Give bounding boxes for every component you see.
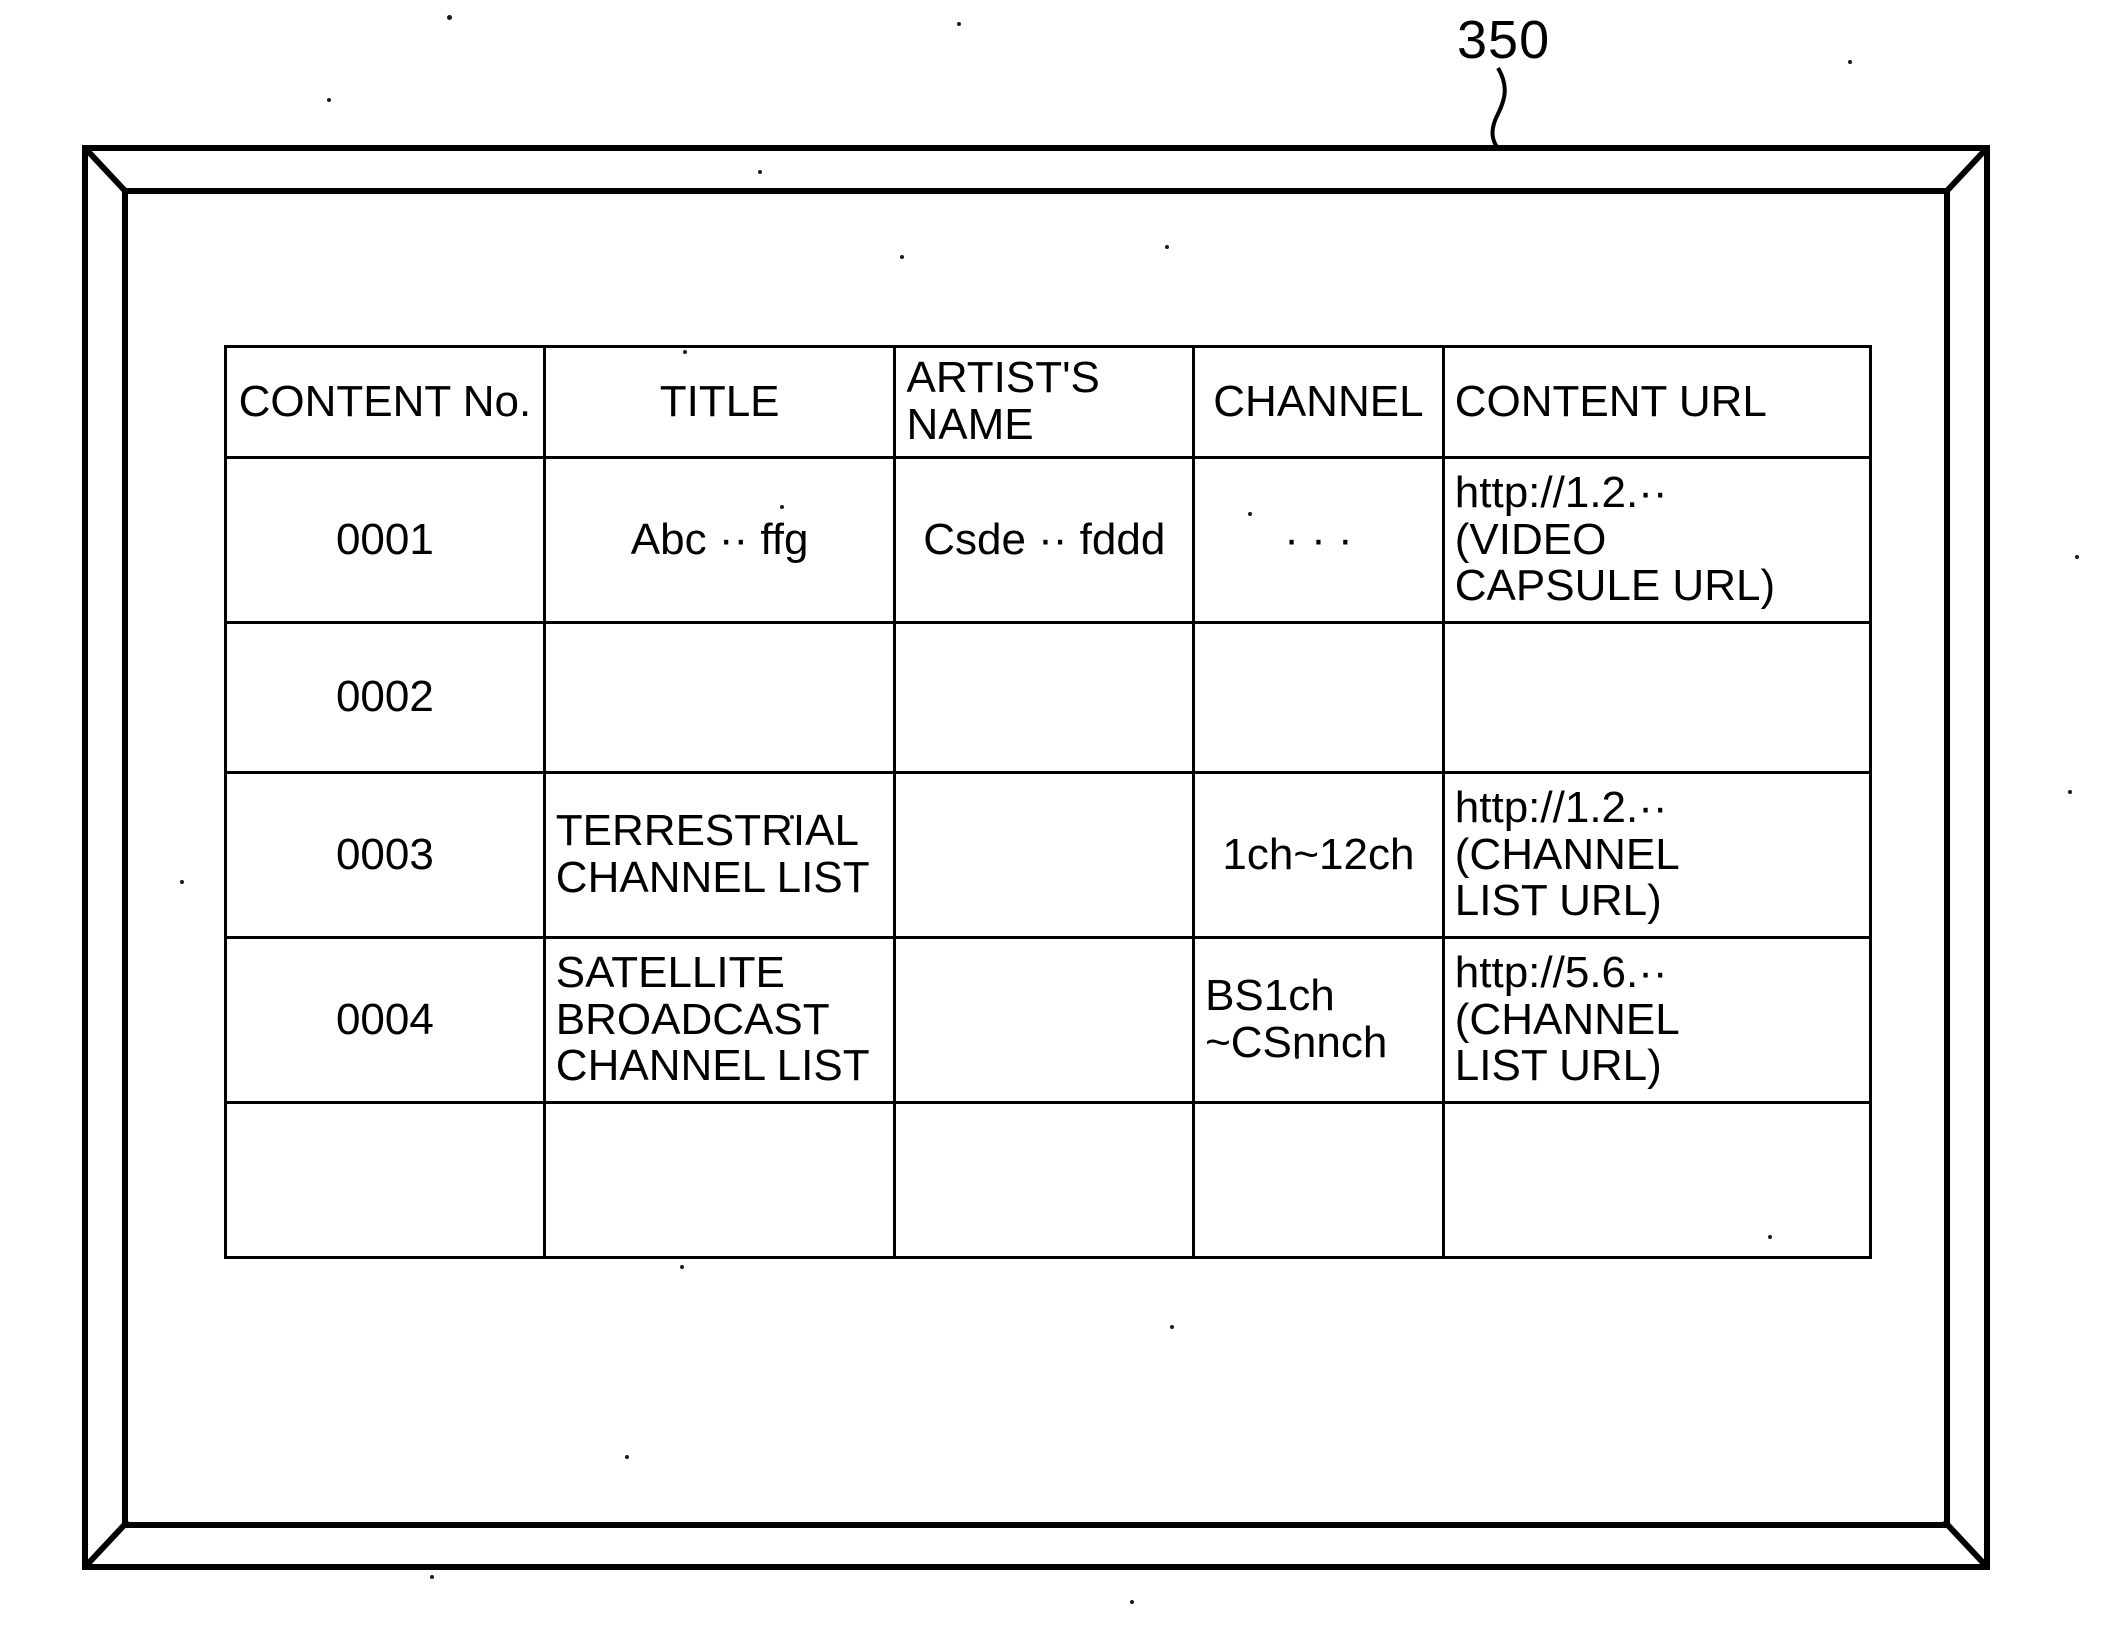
cell-channel [1192, 1101, 1445, 1259]
scan-speck [1170, 1325, 1174, 1329]
display-device: CONTENT No. TITLE ARTIST'S NAME CHANNEL … [81, 144, 1991, 1571]
scan-speck [1848, 60, 1852, 64]
scan-speck [180, 880, 184, 884]
cell-artist-name [893, 936, 1196, 1104]
cell-content-url: http://5.6.·· (CHANNEL LIST URL) [1441, 936, 1873, 1104]
scan-speck [447, 15, 452, 20]
scan-speck [780, 505, 784, 509]
cell-channel: 1ch~12ch [1192, 771, 1445, 939]
cell-title: TERRESTRIAL CHANNEL LIST [542, 771, 897, 939]
cell-content-no: 0001 [224, 456, 546, 624]
cell-artist-name [893, 1101, 1196, 1259]
cell-channel: BS1ch ~CSnnch [1192, 936, 1445, 1104]
screen-content-area: CONTENT No. TITLE ARTIST'S NAME CHANNEL … [128, 194, 1944, 1522]
reference-numeral-350: 350 [1457, 10, 1551, 70]
scan-speck [2075, 555, 2079, 559]
scan-speck [430, 1575, 434, 1579]
cell-content-no: 0002 [224, 621, 546, 774]
scan-speck [625, 1455, 629, 1459]
cell-artist-name [893, 771, 1196, 939]
scan-speck [1248, 512, 1252, 516]
table-row[interactable]: 0002 [224, 621, 1873, 774]
cell-content-no: 0003 [224, 771, 546, 939]
scan-speck [1295, 1055, 1299, 1059]
scan-speck [327, 98, 331, 102]
cell-title: SATELLITE BROADCAST CHANNEL LIST [542, 936, 897, 1104]
table-row[interactable]: 0004 SATELLITE BROADCAST CHANNEL LIST BS… [224, 936, 1873, 1104]
scan-speck [1165, 245, 1169, 249]
scan-speck [1768, 1235, 1772, 1239]
cell-artist-name [893, 621, 1196, 774]
table-row[interactable]: 0001 Abc ·· ffg Csde ·· fddd · · · http:… [224, 456, 1873, 624]
table-header-row: CONTENT No. TITLE ARTIST'S NAME CHANNEL … [224, 345, 1873, 459]
table-row[interactable]: 0003 TERRESTRIAL CHANNEL LIST 1ch~12ch h… [224, 771, 1873, 939]
leader-line-350 [1490, 66, 1507, 152]
column-header-content-url: CONTENT URL [1441, 345, 1873, 459]
cell-artist-name: Csde ·· fddd [893, 456, 1196, 624]
cell-title: Abc ·· ffg [542, 456, 897, 624]
column-header-artist-name: ARTIST'S NAME [893, 345, 1196, 459]
column-header-content-no: CONTENT No. [224, 345, 546, 459]
column-header-title: TITLE [542, 345, 897, 459]
content-list-table: CONTENT No. TITLE ARTIST'S NAME CHANNEL … [224, 345, 1873, 1259]
column-header-channel: CHANNEL [1192, 345, 1445, 459]
scan-speck [2068, 790, 2072, 794]
cell-channel: · · · [1192, 456, 1445, 624]
cell-content-url: http://1.2.·· (VIDEO CAPSULE URL) [1441, 456, 1873, 624]
cell-title [542, 1101, 897, 1259]
table-row[interactable] [224, 1101, 1873, 1259]
cell-title [542, 621, 897, 774]
cell-content-no: 0004 [224, 936, 546, 1104]
scan-speck [1130, 1600, 1134, 1604]
cell-channel [1192, 621, 1445, 774]
scan-speck [683, 350, 687, 354]
scan-speck [900, 255, 904, 259]
scan-speck [957, 22, 961, 26]
scan-speck [758, 170, 762, 174]
cell-content-url: http://1.2.·· (CHANNEL LIST URL) [1441, 771, 1873, 939]
cell-content-url [1441, 621, 1873, 774]
scan-speck [790, 815, 794, 819]
scan-speck [680, 1265, 684, 1269]
cell-content-no [224, 1101, 546, 1259]
cell-content-url [1441, 1101, 1873, 1259]
